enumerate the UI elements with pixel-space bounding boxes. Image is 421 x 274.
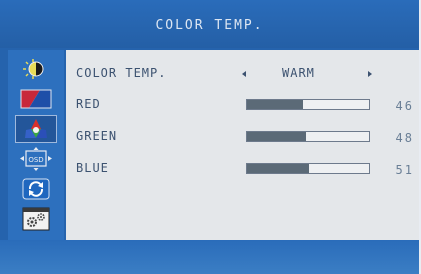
svg-text:OSD: OSD bbox=[28, 156, 43, 164]
green-slider-fill bbox=[247, 132, 306, 141]
brightness-icon bbox=[23, 59, 44, 79]
red-slider[interactable] bbox=[246, 99, 370, 110]
image-settings-icon bbox=[20, 89, 52, 109]
osd-header: COLOR TEMP. bbox=[0, 0, 419, 48]
green-value: 48 bbox=[395, 131, 414, 145]
blue-slider[interactable] bbox=[246, 163, 370, 174]
osd-footer bbox=[0, 240, 419, 274]
blue-label: BLUE bbox=[76, 161, 109, 175]
osd-menu: COLOR TEMP. OSD COLOR TEMP. WARM RED 46 … bbox=[0, 0, 421, 274]
reset-icon bbox=[22, 178, 50, 200]
color-icon bbox=[25, 119, 47, 138]
arrow-left-icon[interactable] bbox=[242, 71, 246, 77]
osd-icon: OSD bbox=[20, 147, 52, 171]
sidebar-item-reset[interactable] bbox=[16, 176, 56, 202]
color-temp-label: COLOR TEMP. bbox=[76, 66, 167, 80]
sidebar-item-color[interactable] bbox=[15, 115, 57, 143]
green-slider[interactable] bbox=[246, 131, 370, 142]
osd-sidebar: OSD bbox=[8, 50, 64, 240]
arrow-right-icon[interactable] bbox=[368, 71, 372, 77]
blue-slider-fill bbox=[247, 164, 310, 173]
menu-title: COLOR TEMP. bbox=[155, 18, 264, 33]
sidebar-item-image[interactable] bbox=[16, 86, 56, 112]
blue-value: 51 bbox=[395, 163, 414, 177]
settings-panel: COLOR TEMP. WARM RED 46 GREEN 48 BLUE 51 bbox=[66, 50, 419, 240]
setup-icon bbox=[22, 207, 50, 231]
sidebar-item-setup[interactable] bbox=[16, 206, 56, 232]
sidebar-item-brightness[interactable] bbox=[16, 56, 56, 82]
color-temp-selector[interactable]: WARM bbox=[240, 66, 390, 84]
sidebar-item-osd[interactable]: OSD bbox=[16, 146, 56, 172]
red-slider-fill bbox=[247, 100, 304, 109]
red-value: 46 bbox=[395, 99, 414, 113]
green-label: GREEN bbox=[76, 129, 118, 143]
color-temp-value: WARM bbox=[282, 66, 315, 80]
red-label: RED bbox=[76, 97, 101, 111]
